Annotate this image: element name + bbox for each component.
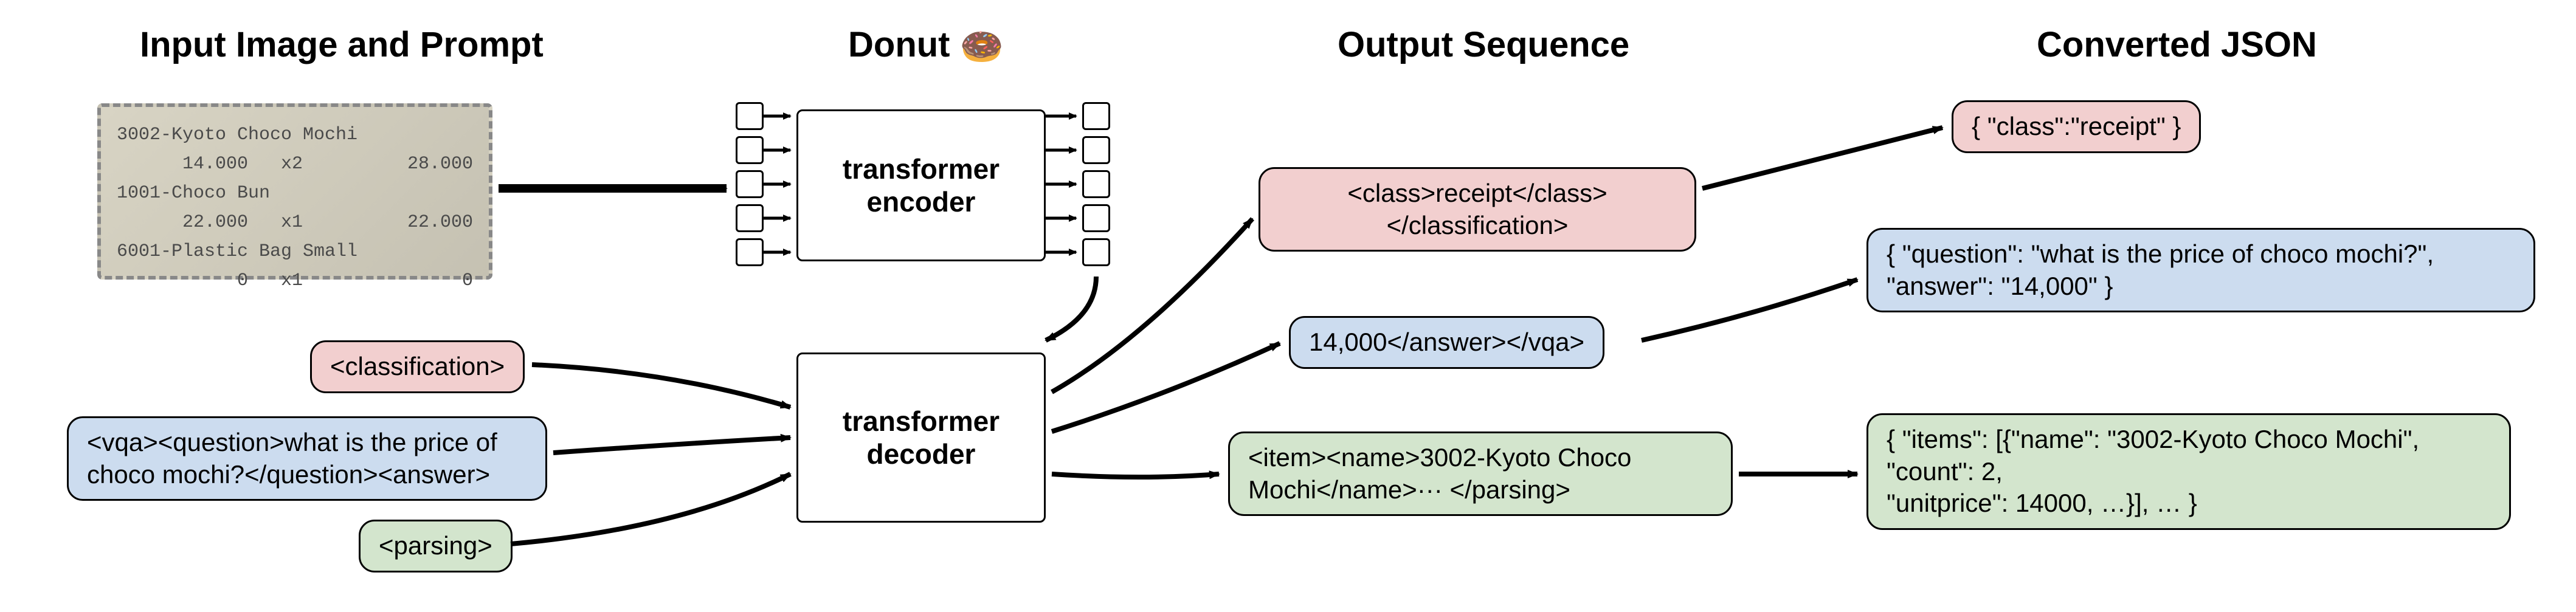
- encoder-input-tokens: [736, 102, 764, 266]
- receipt-line: 1001-Choco Bun: [117, 179, 473, 208]
- receipt-line: 0 x10: [117, 266, 473, 295]
- json-vqa-line1: { "question": "what is the price of choc…: [1887, 238, 2515, 270]
- token: [1082, 136, 1110, 164]
- json-vqa: { "question": "what is the price of choc…: [1866, 228, 2535, 312]
- token: [736, 170, 764, 198]
- token: [736, 136, 764, 164]
- prompt-classification: <classification>: [310, 340, 525, 393]
- token: [736, 238, 764, 266]
- json-parsing-line3: "unitprice": 14000, …}], … }: [1887, 487, 2491, 520]
- json-parsing-line2: "count": 2,: [1887, 456, 2491, 488]
- receipt-line: 14.000 x228.000: [117, 150, 473, 179]
- token: [1082, 102, 1110, 130]
- token: [736, 102, 764, 130]
- token: [1082, 204, 1110, 232]
- input-receipt-image: 3002-Kyoto Choco Mochi 14.000 x228.00010…: [97, 103, 492, 280]
- transformer-decoder-box: transformer decoder: [796, 352, 1046, 523]
- prompt-vqa: <vqa><question>what is the price of choc…: [67, 416, 547, 501]
- output-parsing: <item><name>3002-Kyoto Choco Mochi</name…: [1228, 431, 1733, 516]
- token: [1082, 238, 1110, 266]
- receipt-line: 22.000 x122.000: [117, 208, 473, 237]
- json-parsing-line1: { "items": [{"name": "3002-Kyoto Choco M…: [1887, 424, 2491, 456]
- transformer-encoder-box: transformer encoder: [796, 109, 1046, 261]
- token: [736, 204, 764, 232]
- output-classification: <class>receipt</class> </classification>: [1259, 167, 1696, 252]
- donut-icon: 🍩: [960, 27, 1004, 67]
- prompt-parsing: <parsing>: [359, 520, 513, 572]
- token: [1082, 170, 1110, 198]
- encoder-output-tokens: [1082, 102, 1110, 266]
- receipt-line: 3002-Kyoto Choco Mochi: [117, 120, 473, 150]
- output-vqa: 14,000</answer></vqa>: [1289, 316, 1604, 369]
- json-vqa-line2: "answer": "14,000" }: [1887, 270, 2515, 303]
- receipt-line: 6001-Plastic Bag Small: [117, 237, 473, 266]
- json-parsing: { "items": [{"name": "3002-Kyoto Choco M…: [1866, 413, 2511, 530]
- heading-model: Donut 🍩: [848, 24, 1004, 68]
- heading-json: Converted JSON: [2037, 24, 2317, 65]
- json-classification: { "class":"receipt" }: [1952, 100, 2201, 153]
- heading-input: Input Image and Prompt: [140, 24, 544, 65]
- heading-output: Output Sequence: [1338, 24, 1629, 65]
- model-name: Donut: [848, 25, 950, 64]
